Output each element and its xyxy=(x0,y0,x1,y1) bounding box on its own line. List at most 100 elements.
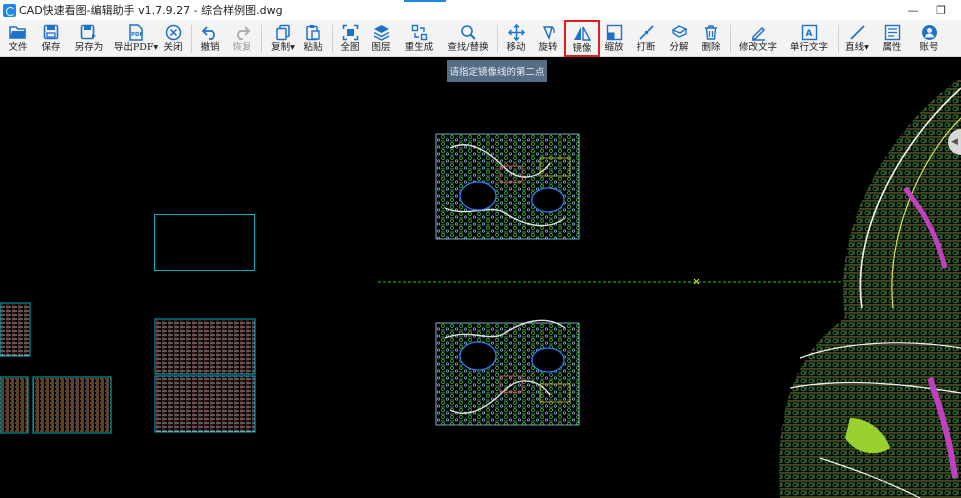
break-icon xyxy=(638,22,655,42)
sheet-tables-left xyxy=(0,302,112,434)
delete-button[interactable]: 删除 xyxy=(698,20,724,57)
svg-text:A: A xyxy=(805,29,812,39)
find-replace-button[interactable]: 查找/替换 xyxy=(444,20,492,57)
large-site-plan xyxy=(779,78,961,498)
delete-label: 删除 xyxy=(701,42,721,53)
save-icon xyxy=(43,22,59,42)
undo-icon xyxy=(201,22,219,42)
copy-label: 复制▾ xyxy=(271,42,295,53)
regen-button[interactable]: 重生成 xyxy=(402,20,436,57)
copy-button[interactable]: 复制▾ xyxy=(267,20,299,57)
pdf-export-icon: PDF xyxy=(127,22,145,42)
pencil-icon xyxy=(750,22,767,42)
break-label: 打断 xyxy=(636,42,656,53)
text-box-icon: A xyxy=(801,22,818,42)
export-pdf-label: 导出PDF▾ xyxy=(113,42,159,53)
explode-icon xyxy=(671,22,688,42)
explode-label: 分解 xyxy=(669,42,689,53)
mirror-icon xyxy=(573,24,591,43)
paste-button[interactable]: 粘贴 xyxy=(300,20,326,57)
chevron-left-icon: ◀ xyxy=(951,137,958,147)
window-title: CAD快速看图-编辑助手 v1.7.9.27 - 综合样例图.dwg xyxy=(19,4,283,17)
edit-text-label: 修改文字 xyxy=(738,42,777,53)
properties-label: 属性 xyxy=(882,42,902,53)
scale-label: 缩放 xyxy=(604,42,624,53)
close-button[interactable]: 关闭 xyxy=(160,20,186,57)
redo-label: 恢复 xyxy=(232,42,252,53)
mirror-label: 镜像 xyxy=(572,43,592,54)
line-label: 直线▾ xyxy=(845,42,869,53)
save-label: 保存 xyxy=(41,42,61,53)
close-circle-icon xyxy=(165,22,182,42)
mirror-button[interactable]: 镜像 xyxy=(564,20,600,57)
trash-icon xyxy=(703,22,719,42)
single-line-text-button[interactable]: A 单行文字 xyxy=(786,20,832,57)
svg-text:PDF: PDF xyxy=(131,32,144,38)
toolbar-divider xyxy=(497,25,498,53)
line-icon xyxy=(849,22,866,42)
edit-text-button[interactable]: 修改文字 xyxy=(736,20,780,57)
title-tab-indicator xyxy=(404,0,446,2)
paste-label: 粘贴 xyxy=(303,42,323,53)
file-button[interactable]: 文件 xyxy=(4,20,32,57)
restore-icon: ❐ xyxy=(936,3,946,17)
paste-icon xyxy=(305,22,321,42)
line-button[interactable]: 直线▾ xyxy=(843,20,871,57)
main-toolbar: 文件 保存 另存为 PDF 导出PDF▾ 关闭 撤销 恢复 复制▾ 粘贴 全图 … xyxy=(0,20,961,57)
layers-label: 图层 xyxy=(371,42,391,53)
restore-button[interactable]: ❐ xyxy=(921,0,961,20)
user-avatar-icon xyxy=(921,22,938,42)
export-pdf-button[interactable]: PDF 导出PDF▾ xyxy=(113,20,159,57)
account-button[interactable]: 账号 xyxy=(915,20,943,57)
title-bar: CAD快速看图-编辑助手 v1.7.9.27 - 综合样例图.dwg — ❐ xyxy=(0,0,961,20)
close-label: 关闭 xyxy=(163,42,183,53)
move-arrows-icon xyxy=(507,22,525,42)
save-button[interactable]: 保存 xyxy=(36,20,66,57)
rotate-button[interactable]: 旋转 xyxy=(535,20,561,57)
toolbar-divider xyxy=(838,25,839,53)
mirror-point-marker xyxy=(693,278,700,285)
toolbar-divider xyxy=(730,25,731,53)
save-as-icon xyxy=(80,22,98,42)
account-label: 账号 xyxy=(919,42,939,53)
full-view-label: 全图 xyxy=(340,42,360,53)
empty-frame xyxy=(154,214,255,271)
scale-icon xyxy=(606,22,623,42)
regenerate-icon xyxy=(411,22,428,42)
site-plan-original xyxy=(435,133,580,240)
file-label: 文件 xyxy=(8,42,28,53)
copy-icon xyxy=(275,22,291,42)
move-button[interactable]: 移动 xyxy=(503,20,529,57)
sheet-tables-center xyxy=(154,318,256,433)
rotate-label: 旋转 xyxy=(538,42,558,53)
find-replace-label: 查找/替换 xyxy=(447,42,489,53)
toolbar-divider xyxy=(332,25,333,53)
minimize-icon: — xyxy=(907,3,919,17)
command-prompt-tooltip: 请指定镜像线的第二点 xyxy=(447,60,547,82)
rotate-icon xyxy=(540,22,557,42)
search-icon xyxy=(460,22,477,42)
scale-button[interactable]: 缩放 xyxy=(601,20,627,57)
regen-label: 重生成 xyxy=(404,42,434,53)
folder-open-icon xyxy=(9,22,27,42)
redo-icon xyxy=(233,22,251,42)
save-as-button[interactable]: 另存为 xyxy=(72,20,106,57)
app-logo-icon xyxy=(3,3,16,17)
explode-button[interactable]: 分解 xyxy=(666,20,692,57)
single-line-text-label: 单行文字 xyxy=(789,42,828,53)
properties-button[interactable]: 属性 xyxy=(878,20,906,57)
undo-button[interactable]: 撤销 xyxy=(197,20,223,57)
drawing-canvas[interactable]: ◀ xyxy=(0,58,961,498)
save-as-label: 另存为 xyxy=(74,42,104,53)
undo-label: 撤销 xyxy=(200,42,220,53)
cad-drawing xyxy=(0,78,961,498)
break-button[interactable]: 打断 xyxy=(633,20,659,57)
toolbar-divider xyxy=(191,25,192,53)
layers-button[interactable]: 图层 xyxy=(368,20,394,57)
full-view-button[interactable]: 全图 xyxy=(337,20,363,57)
move-label: 移动 xyxy=(506,42,526,53)
redo-button[interactable]: 恢复 xyxy=(229,20,255,57)
fit-screen-icon xyxy=(342,22,359,42)
properties-icon xyxy=(884,22,901,42)
site-plan-mirrored xyxy=(435,319,580,426)
